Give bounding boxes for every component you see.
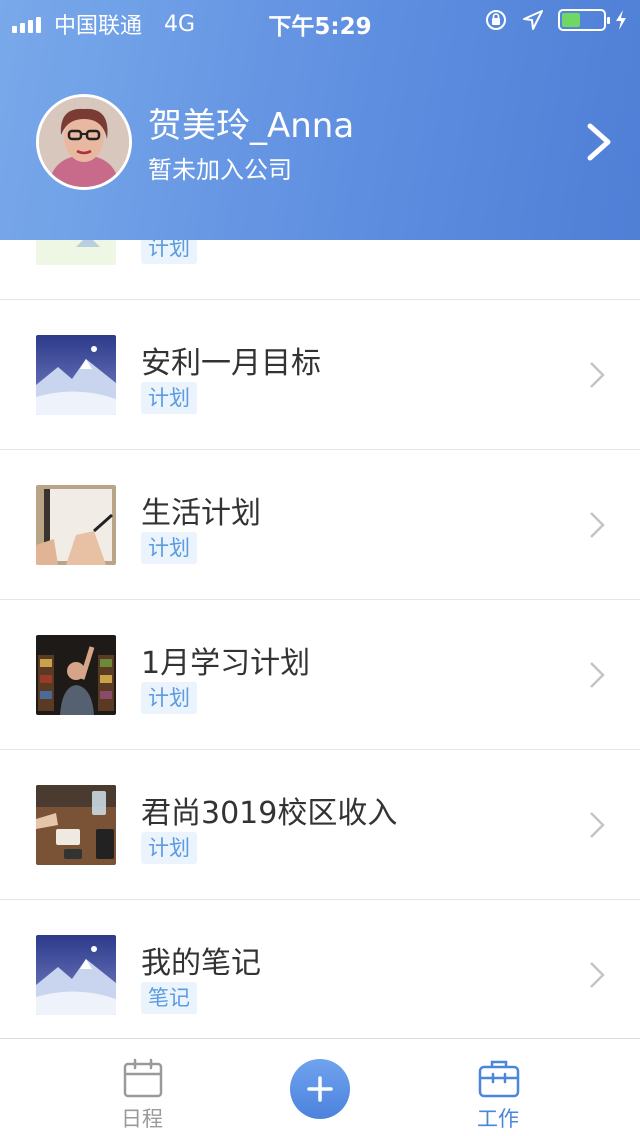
chevron-right-icon	[590, 812, 605, 838]
tab-schedule[interactable]: 日程	[82, 1039, 202, 1136]
battery-level	[562, 13, 580, 27]
tab-bar: 日程 工作	[0, 1038, 640, 1136]
item-thumbnail	[36, 240, 116, 265]
item-thumbnail	[36, 785, 116, 865]
app-screen: 中国联通 4G 下午5:29 贺美玲_Anna 暂未加入公司 计划 安利一月目标…	[0, 0, 640, 1136]
item-tag: 计划	[141, 682, 197, 714]
item-thumbnail	[36, 335, 116, 415]
item-tag: 笔记	[141, 982, 197, 1014]
item-tag: 计划	[141, 832, 197, 864]
item-thumbnail	[36, 635, 116, 715]
item-title: 1月学习计划	[141, 646, 311, 681]
chevron-right-icon	[590, 962, 605, 988]
item-title: 君尚3019校区收入	[141, 796, 398, 831]
list-item[interactable]: 计划	[0, 240, 640, 300]
item-thumbnail	[36, 935, 116, 1015]
tab-label: 工作	[477, 1107, 519, 1131]
list-item[interactable]: 君尚3019校区收入 计划	[0, 750, 640, 900]
location-icon	[523, 10, 543, 30]
chevron-right-icon	[590, 662, 605, 688]
item-title: 安利一月目标	[141, 346, 321, 381]
briefcase-icon	[478, 1060, 520, 1098]
item-tag: 计划	[141, 532, 197, 564]
charging-icon	[616, 10, 626, 30]
chevron-right-icon	[590, 362, 605, 388]
rotation-lock-icon	[486, 10, 506, 30]
list-item[interactable]: 我的笔记 笔记	[0, 900, 640, 1038]
chevron-right-icon	[590, 512, 605, 538]
battery-icon	[558, 9, 610, 31]
item-tag: 计划	[141, 382, 197, 414]
item-thumbnail	[36, 485, 116, 565]
user-company: 暂未加入公司	[148, 156, 292, 184]
list-item[interactable]: 生活计划 计划	[0, 450, 640, 600]
list-item[interactable]: 1月学习计划 计划	[0, 600, 640, 750]
user-avatar[interactable]	[36, 94, 132, 190]
plus-icon	[307, 1076, 333, 1102]
status-bar: 中国联通 4G 下午5:29	[0, 0, 640, 42]
profile-card[interactable]: 贺美玲_Anna 暂未加入公司	[36, 94, 616, 190]
plan-list: 计划 安利一月目标 计划 生活计划 计划 1月学习计划 计划 君尚3019校区收…	[0, 240, 640, 1038]
user-name: 贺美玲_Anna	[148, 106, 355, 146]
add-button[interactable]	[290, 1059, 350, 1119]
list-item[interactable]: 安利一月目标 计划	[0, 300, 640, 450]
calendar-icon	[123, 1058, 163, 1098]
tab-work[interactable]: 工作	[438, 1039, 558, 1136]
chevron-right-icon[interactable]	[584, 122, 616, 162]
profile-header: 中国联通 4G 下午5:29 贺美玲_Anna 暂未加入公司	[0, 0, 640, 240]
item-title: 我的笔记	[141, 946, 261, 981]
item-tag: 计划	[141, 240, 197, 264]
item-title: 生活计划	[141, 496, 261, 531]
tab-label: 日程	[121, 1107, 163, 1131]
